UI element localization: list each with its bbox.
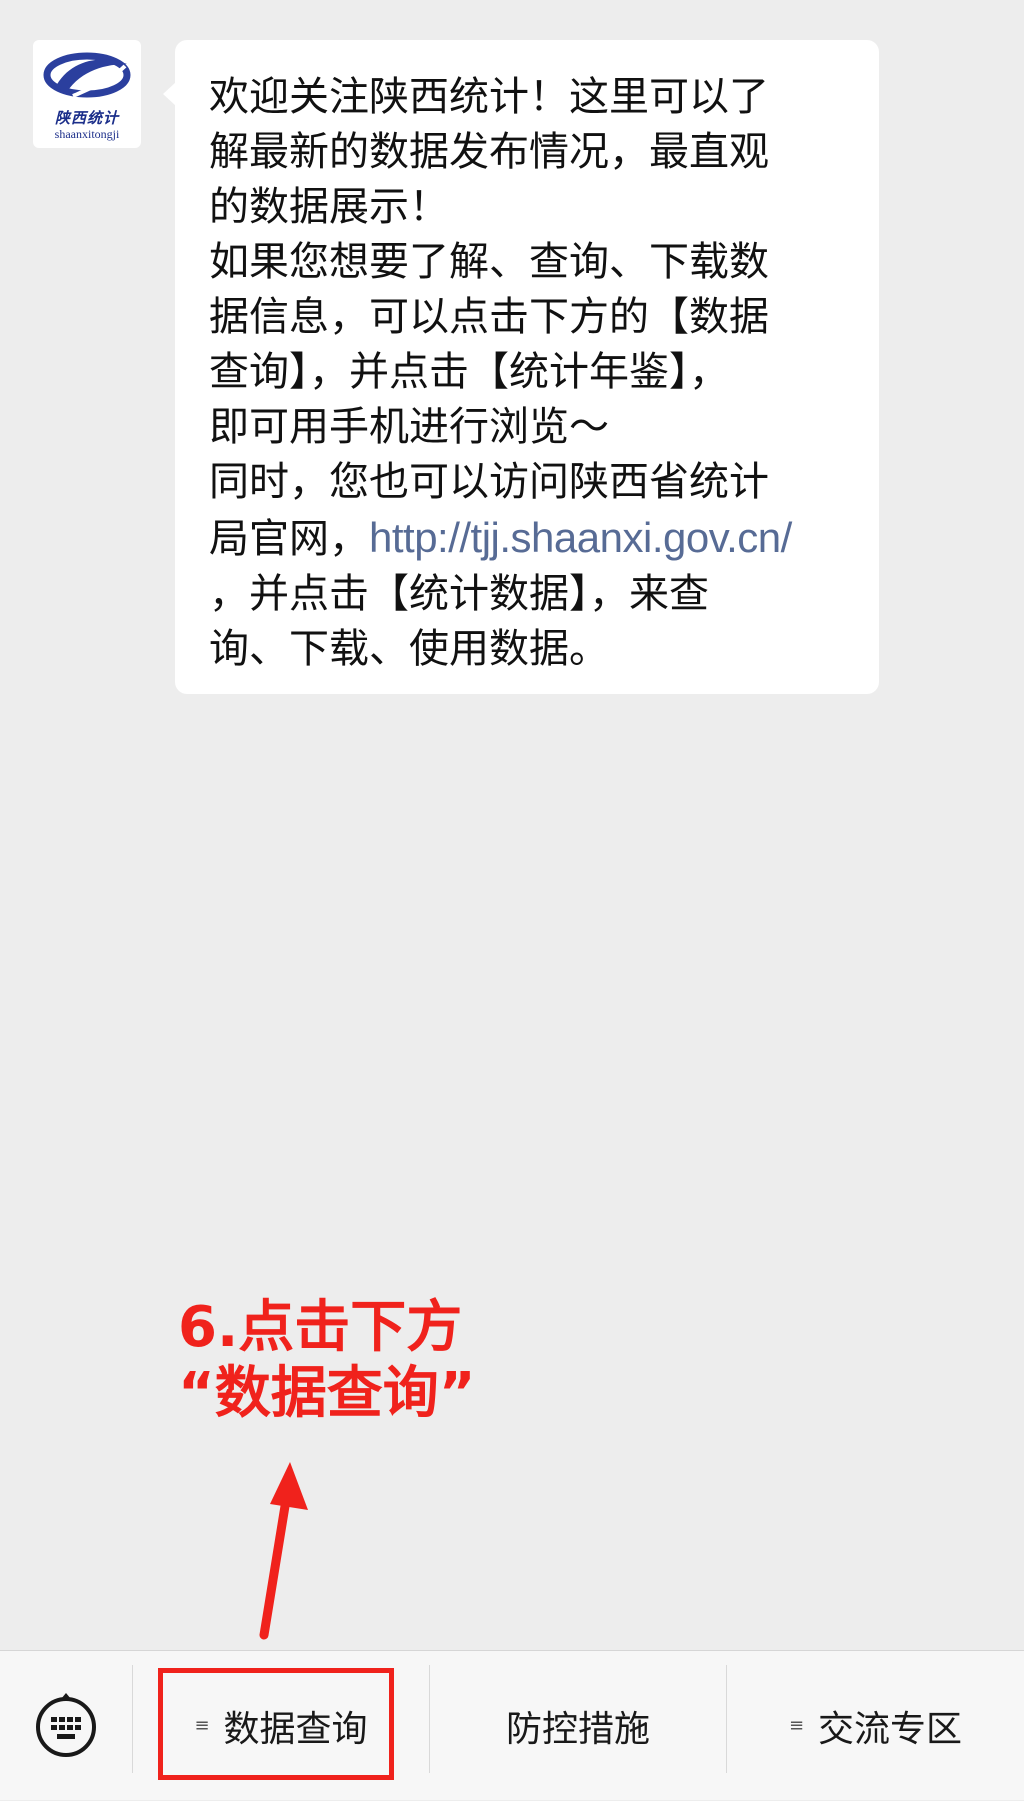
submenu-list-icon: ≡ (788, 1715, 805, 1736)
highlight-box (158, 1668, 394, 1780)
message-line: 查询】，并点击【统计年鉴】， (209, 349, 729, 395)
instruction-annotation: 6.点击下方 “数据查询” (178, 1295, 476, 1427)
message-bubble: 欢迎关注陕西统计！这里可以了 解最新的数据发布情况，最直观 的数据展示！ 如果您… (163, 40, 879, 694)
menu-item-label: 防控措施 (505, 1709, 650, 1750)
keyboard-icon[interactable] (33, 1691, 99, 1757)
logo-english-text: shaanxitongji (54, 127, 120, 141)
account-avatar[interactable]: 陕西统计 shaanxitongji (33, 40, 141, 148)
message-line-with-link: 局官网，http://tjj.shaanxi.gov.cn/ (209, 510, 859, 567)
message-line: 同时，您也可以访问陕西省统计 (209, 459, 769, 505)
message-line: 的数据展示！ (209, 184, 449, 230)
red-arrow-icon (259, 1462, 308, 1640)
message-line: 欢迎关注陕西统计！这里可以了 (209, 74, 769, 120)
website-link[interactable]: http://tjj.shaanxi.gov.cn/ (369, 514, 792, 561)
message-line: ，并点击【统计数据】，来查 (209, 571, 709, 617)
message-line: 如果您想要了解、查询、下载数 (209, 239, 769, 285)
message-line: 据信息，可以点击下方的【数据 (209, 294, 769, 340)
bottom-menu-bar: ≡ 数据查询 防控措施 ≡ 交流专区 (0, 1650, 1024, 1800)
annotation-line-1: 6.点击下方 (178, 1295, 463, 1360)
message-line: 局官网， (209, 516, 369, 562)
menu-item-label: 交流专区 (818, 1709, 963, 1750)
menu-item-exchange-zone[interactable]: ≡ 交流专区 (727, 1651, 1024, 1801)
annotation-line-2: “数据查询” (178, 1361, 476, 1426)
logo-chinese-text: 陕西统计 (54, 109, 119, 127)
message-line: 询、下载、使用数据。 (209, 626, 609, 672)
menu-item-prevention-measures[interactable]: 防控措施 (430, 1651, 726, 1801)
message-text: 欢迎关注陕西统计！这里可以了 解最新的数据发布情况，最直观 的数据展示！ 如果您… (209, 70, 859, 677)
message-line: 即可用手机进行浏览～ (209, 404, 609, 450)
message-line: 解最新的数据发布情况，最直观 (209, 129, 769, 175)
